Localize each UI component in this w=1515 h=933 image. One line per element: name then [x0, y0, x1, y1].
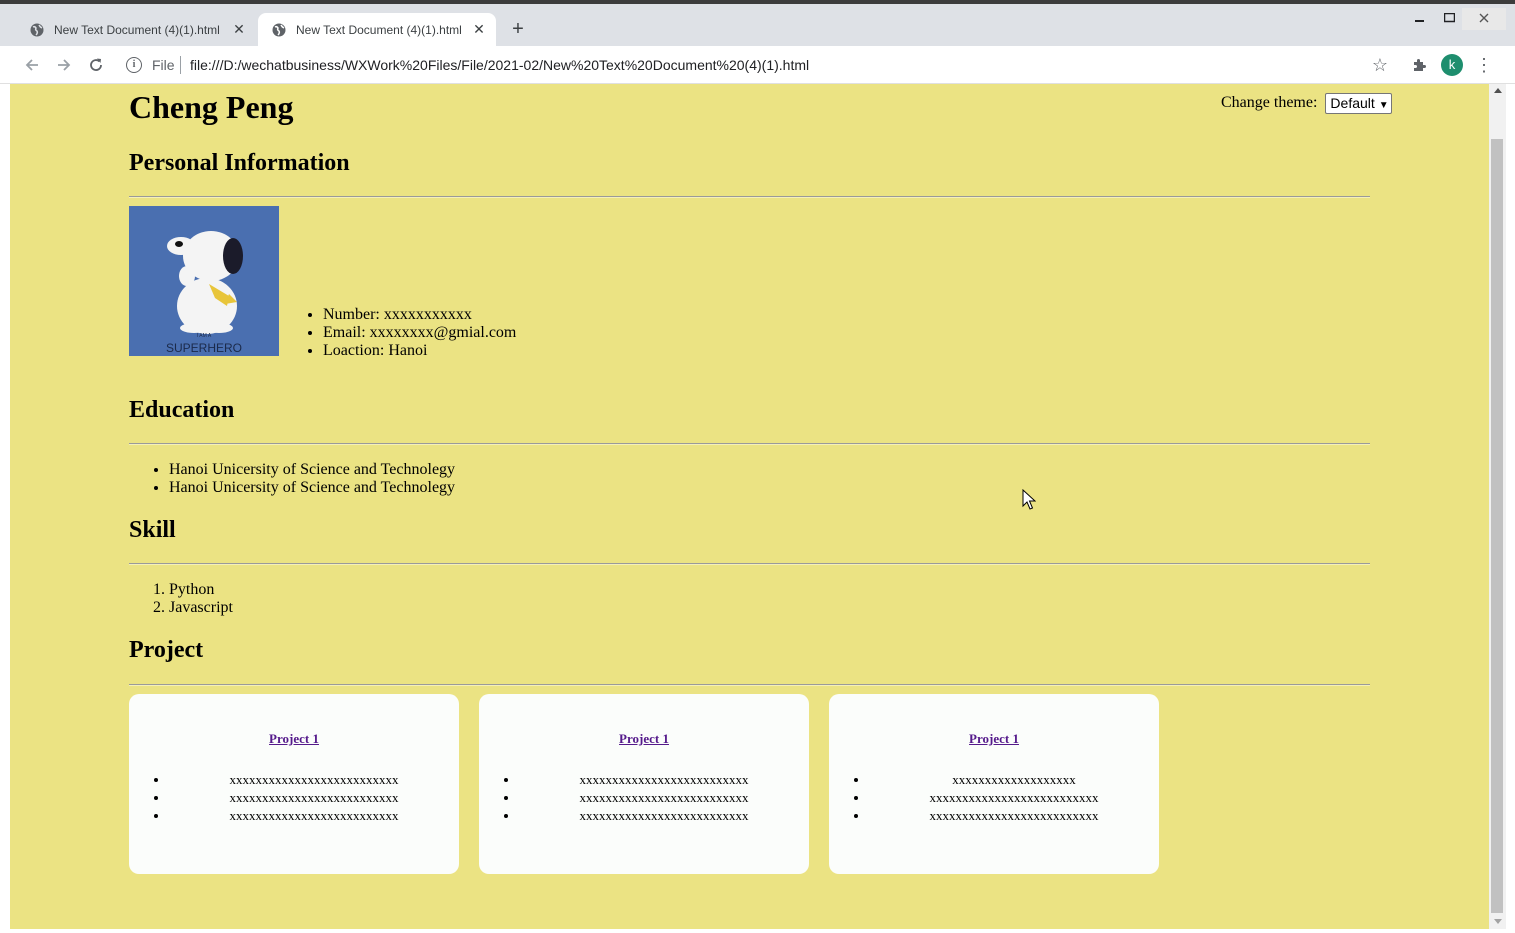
vertical-scrollbar[interactable]: [1489, 84, 1506, 929]
list-item-location: Loaction: Hanoi: [323, 342, 516, 360]
tab-strip: New Text Document (4)(1).html ✕ New Text…: [0, 4, 1515, 46]
mouse-cursor-icon: [1022, 489, 1036, 510]
back-arrow-icon: [25, 59, 38, 71]
forward-arrow-icon: [58, 59, 71, 71]
theme-switcher: Change theme: Default ▼: [1221, 93, 1392, 114]
close-icon[interactable]: ✕: [468, 21, 490, 38]
project-link[interactable]: Project 1: [479, 731, 809, 747]
window-edge: [1506, 84, 1515, 933]
divider: [129, 563, 1370, 565]
tab-title: New Text Document (4)(1).html: [296, 22, 462, 37]
tab-active[interactable]: New Text Document (4)(1).html ✕: [258, 13, 496, 46]
menu-icon[interactable]: ⋮: [1474, 54, 1494, 76]
education-list: Hanoi Unicersity of Science and Technole…: [149, 461, 455, 497]
list-item: xxxxxxxxxxxxxxxxxxxxxxxxxx: [519, 807, 809, 825]
chevron-down-icon: ▼: [1378, 100, 1389, 111]
tab-title: New Text Document (4)(1).html: [54, 22, 220, 37]
divider: [129, 684, 1370, 686]
photo-caption-small: I AM A: [197, 333, 212, 339]
project-card: Project 1 xxxxxxxxxxxxxxxxxxxxxxxxxx xxx…: [479, 694, 809, 874]
project-item-list: xxxxxxxxxxxxxxxxxxxxxxxxxx xxxxxxxxxxxxx…: [479, 771, 809, 825]
theme-select[interactable]: Default ▼: [1325, 93, 1392, 114]
project-item-list: xxxxxxxxxxxxxxxxxxx xxxxxxxxxxxxxxxxxxxx…: [829, 771, 1159, 825]
list-item: xxxxxxxxxxxxxxxxxxxxxxxxxx: [169, 789, 459, 807]
heading-personal-information: Personal Information: [129, 150, 350, 176]
photo-caption-large: SUPERHERO: [166, 341, 242, 355]
list-item: Python: [169, 581, 233, 599]
window-edge: [0, 84, 10, 933]
list-item: xxxxxxxxxxxxxxxxxxxxxxxxxx: [169, 771, 459, 789]
heading-skill: Skill: [129, 517, 176, 543]
reload-button[interactable]: [84, 53, 108, 77]
back-button[interactable]: [20, 53, 44, 77]
theme-selected-value: Default: [1330, 95, 1375, 111]
window-edge: [0, 929, 1515, 933]
scheme-label[interactable]: File: [152, 57, 175, 73]
reload-icon: [90, 58, 102, 71]
divider: [129, 196, 1370, 198]
list-item-number: Number: xxxxxxxxxxx: [323, 306, 516, 324]
scroll-up-arrow-icon[interactable]: [1494, 88, 1502, 93]
close-icon[interactable]: ✕: [228, 21, 250, 38]
globe-icon: [272, 23, 286, 36]
list-item: Hanoi Unicersity of Science and Technole…: [169, 461, 455, 479]
list-item: Hanoi Unicersity of Science and Technole…: [169, 479, 455, 497]
heading-project: Project: [129, 637, 204, 663]
page-viewport: Cheng Peng Change theme: Default ▼ Person…: [10, 84, 1489, 929]
page-title: Cheng Peng: [129, 89, 294, 125]
tab-inactive[interactable]: New Text Document (4)(1).html ✕: [16, 13, 256, 46]
project-card: Project 1 xxxxxxxxxxxxxxxxxxxxxxxxxx xxx…: [129, 694, 459, 874]
profile-photo: I AM A SUPERHERO: [129, 206, 279, 356]
maximize-icon: [1443, 12, 1455, 23]
browser-toolbar: i File file:///D:/wechatbusiness/WXWork%…: [0, 46, 1515, 84]
star-icon[interactable]: ☆: [1369, 54, 1391, 76]
forward-button[interactable]: [52, 53, 76, 77]
list-item: xxxxxxxxxxxxxxxxxxxxxxxxxx: [869, 789, 1159, 807]
close-icon: [1479, 13, 1489, 23]
window-close-button[interactable]: [1462, 8, 1506, 30]
info-icon[interactable]: i: [126, 57, 142, 73]
url-separator: [180, 56, 181, 74]
heading-education: Education: [129, 397, 235, 423]
project-link[interactable]: Project 1: [129, 731, 459, 747]
list-item: Javascript: [169, 599, 233, 617]
snoopy-image: I AM A SUPERHERO: [129, 206, 279, 356]
new-tab-button[interactable]: +: [506, 18, 530, 42]
globe-icon: [30, 23, 44, 36]
address-bar[interactable]: file:///D:/wechatbusiness/WXWork%20Files…: [190, 57, 809, 73]
list-item: xxxxxxxxxxxxxxxxxxxxxxxxxx: [869, 807, 1159, 825]
skill-list: Python Javascript: [149, 581, 233, 617]
project-item-list: xxxxxxxxxxxxxxxxxxxxxxxxxx xxxxxxxxxxxxx…: [129, 771, 459, 825]
list-item: xxxxxxxxxxxxxxxxxxx: [869, 771, 1159, 789]
minimize-icon: [1415, 20, 1424, 22]
divider: [129, 443, 1370, 445]
theme-label: Change theme:: [1221, 94, 1318, 112]
project-card: Project 1 xxxxxxxxxxxxxxxxxxx xxxxxxxxxx…: [829, 694, 1159, 874]
project-link[interactable]: Project 1: [829, 731, 1159, 747]
list-item-email: Email: xxxxxxxx@gmial.com: [323, 324, 516, 342]
profile-avatar[interactable]: k: [1441, 54, 1463, 76]
list-item: xxxxxxxxxxxxxxxxxxxxxxxxxx: [519, 771, 809, 789]
scroll-down-arrow-icon[interactable]: [1494, 919, 1502, 924]
list-item: xxxxxxxxxxxxxxxxxxxxxxxxxx: [169, 807, 459, 825]
list-item: xxxxxxxxxxxxxxxxxxxxxxxxxx: [519, 789, 809, 807]
personal-info-list: Number: xxxxxxxxxxx Email: xxxxxxxx@gmia…: [303, 306, 516, 360]
scroll-thumb[interactable]: [1491, 139, 1503, 913]
extensions-icon[interactable]: [1408, 54, 1430, 76]
